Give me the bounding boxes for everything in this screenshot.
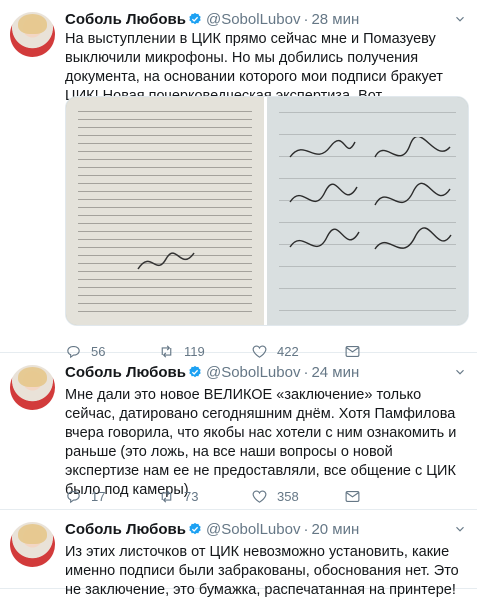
tweet-header: Соболь Любовь @SobolLubov · 20 мин <box>65 521 467 541</box>
tweet[interactable]: Соболь Любовь @SobolLubov · 20 мин Из этих … <box>0 510 477 598</box>
timestamp[interactable]: 20 мин <box>311 521 359 538</box>
separator: · <box>303 11 309 28</box>
author-name[interactable]: Соболь Любовь <box>65 364 186 381</box>
tweet[interactable]: Соболь Любовь @SobolLubov · 24 мин Мне дали… <box>0 353 477 510</box>
tweet-text: Из этих листочков от ЦИК невозможно уста… <box>65 544 459 598</box>
document-page-photo[interactable] <box>66 97 264 325</box>
separator: · <box>303 364 309 381</box>
avatar[interactable] <box>10 522 55 567</box>
author-handle[interactable]: @SobolLubov <box>206 364 300 381</box>
timestamp[interactable]: 24 мин <box>311 364 359 381</box>
author-handle[interactable]: @SobolLubov <box>206 521 300 538</box>
author-name[interactable]: Соболь Любовь <box>65 521 186 538</box>
avatar[interactable] <box>10 365 55 410</box>
tweet-header: Соболь Любовь @SobolLubov · 24 мин <box>65 364 467 384</box>
retweet-button[interactable]: 73 <box>158 486 198 506</box>
author-handle[interactable]: @SobolLubov <box>206 11 300 28</box>
tweet-text: Мне дали это новое ВЕЛИКОЕ «заключение» … <box>65 387 457 498</box>
tweet[interactable]: Соболь Любовь @SobolLubov · 28 мин На высту… <box>0 0 477 359</box>
attached-photos[interactable] <box>65 96 469 326</box>
verified-badge-icon <box>189 365 201 378</box>
timestamp[interactable]: 28 мин <box>311 11 359 28</box>
chevron-down-icon[interactable] <box>453 12 467 26</box>
heart-icon <box>252 490 267 503</box>
tweet-header: Соболь Любовь @SobolLubov · 28 мин <box>65 11 467 31</box>
avatar[interactable] <box>10 12 55 57</box>
like-button[interactable]: 358 <box>251 486 299 506</box>
chevron-down-icon[interactable] <box>453 522 467 536</box>
like-count: 358 <box>277 488 299 504</box>
retweet-count: 73 <box>184 488 199 504</box>
verified-badge-icon <box>189 12 201 25</box>
retweet-icon <box>161 489 172 503</box>
tweet-actions: 17 73 358 <box>65 486 467 506</box>
handwriting-samples-photo[interactable] <box>267 97 468 325</box>
direct-message-button[interactable] <box>344 486 370 506</box>
separator: · <box>303 521 309 538</box>
reply-button[interactable]: 17 <box>65 486 105 506</box>
chevron-down-icon[interactable] <box>453 365 467 379</box>
verified-badge-icon <box>189 522 201 535</box>
reply-count: 17 <box>91 488 106 504</box>
direct-message-icon <box>345 490 360 502</box>
author-name[interactable]: Соболь Любовь <box>65 11 186 28</box>
reply-icon <box>67 490 80 503</box>
